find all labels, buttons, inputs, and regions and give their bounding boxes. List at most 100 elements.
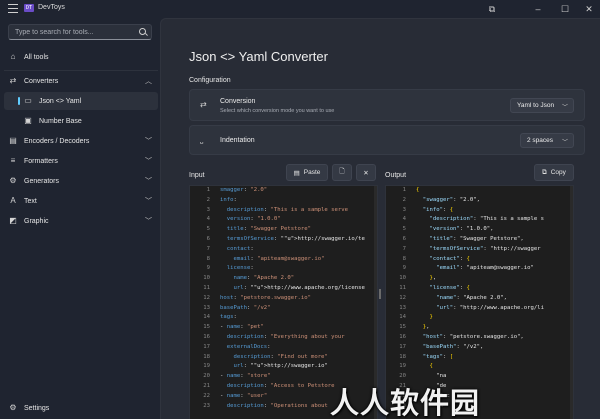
file-icon: 🗋 (339, 168, 345, 175)
line-number: 12 (203, 294, 210, 301)
chevron-down-icon: ﹀ (561, 140, 568, 146)
menu-icon[interactable] (8, 4, 18, 13)
sidebar-group-text[interactable]: A Text ﹀ (4, 192, 158, 210)
line-number: 11 (203, 284, 210, 291)
input-label: Input (189, 172, 205, 179)
scrollbar[interactable] (570, 186, 573, 419)
copy-button[interactable]: ⧉ Copy (534, 164, 574, 181)
watermark: 人人软件园 (330, 386, 481, 419)
conversion-mode-dropdown[interactable]: Yaml to Json ﹀ (510, 98, 574, 113)
line-number: 5 (402, 226, 406, 233)
sidebar-group-converters[interactable]: ⇄ Converters ︿ (4, 72, 158, 90)
line-number: 12 (399, 294, 406, 301)
generators-icon: ⚙ (9, 176, 17, 185)
code-line: "description": "This is a sample s (429, 216, 544, 223)
code-line: "termsOfService": "http://swagger (429, 245, 541, 252)
line-number: 8 (402, 255, 406, 262)
output-code[interactable]: { "swagger": "2.0", "info": { "descripti… (416, 186, 544, 411)
line-number: 16 (203, 333, 210, 340)
minimize-button[interactable]: – (531, 2, 545, 16)
line-number: 19 (203, 363, 210, 370)
input-code[interactable]: smagger: "2.0" info: description: "This i… (220, 186, 365, 411)
sidebar: ⌂ All tools ⇄ Converters ︿ ▭ Json <> Yam… (0, 18, 160, 419)
line-number: 4 (206, 216, 210, 223)
code-line: license: (226, 265, 254, 272)
sidebar-item-label: Encoders / Decoders (24, 137, 90, 145)
chevron-down-icon: ﹀ (145, 138, 152, 145)
code-line: "title": "Swagger Petstore", (429, 235, 524, 242)
line-number: 15 (399, 324, 406, 331)
sidebar-item-settings[interactable]: ⚙ Settings (4, 399, 158, 417)
code-line: url: ""u">http://swagger.io" (233, 363, 328, 370)
code-line: - name: "pet" (220, 324, 264, 331)
line-number: 6 (402, 235, 406, 242)
code-line: smagger: "2.0" (220, 187, 268, 193)
code-line: basePath: "/v2" (220, 304, 271, 311)
line-number: 2 (402, 196, 406, 203)
encoders-icon: ▤ (9, 136, 17, 145)
code-line: description: "Everything about your (226, 333, 345, 340)
configuration-label: Configuration (189, 77, 231, 84)
line-number: 19 (399, 363, 406, 370)
number-base-icon: ▣ (24, 116, 32, 125)
close-button[interactable]: ✕ (582, 2, 596, 16)
chevron-down-icon: ﹀ (145, 198, 152, 205)
code-line: "contact": { (429, 255, 470, 262)
line-number: 10 (399, 275, 406, 282)
formatters-icon: ≡ (10, 156, 16, 165)
conversion-setting-card: ⇄ Conversion Select which conversion mod… (189, 89, 585, 121)
text-icon: A (10, 196, 16, 205)
line-number: 5 (206, 226, 210, 233)
search-input[interactable] (15, 27, 135, 38)
code-line: email: "apiteam@swagger.io" (233, 255, 325, 262)
clear-button[interactable]: ✕ (356, 164, 376, 181)
copy-icon: ⧉ (542, 168, 547, 176)
indentation-dropdown[interactable]: 2 spaces ﹀ (520, 133, 574, 148)
output-label: Output (385, 172, 407, 179)
chevron-down-icon: ﹀ (145, 178, 152, 185)
line-number: 10 (203, 275, 210, 282)
sidebar-group-encoders[interactable]: ▤ Encoders / Decoders ﹀ (4, 132, 158, 150)
line-number: 9 (206, 265, 210, 272)
line-number: 17 (399, 343, 406, 350)
sidebar-item-json-yaml[interactable]: ▭ Json <> Yaml (4, 92, 158, 110)
line-number: 3 (402, 206, 406, 213)
code-line: { (416, 187, 420, 193)
sidebar-group-generators[interactable]: ⚙ Generators ﹀ (4, 172, 158, 190)
maximize-button[interactable]: ☐ (558, 2, 572, 16)
line-number: 20 (203, 373, 210, 380)
json-yaml-icon: ▭ (24, 96, 32, 105)
divider (4, 70, 158, 71)
line-number: 23 (203, 402, 210, 409)
open-file-button[interactable]: 🗋 (332, 164, 352, 181)
line-number: 1 (402, 187, 406, 193)
conversion-title: Conversion (220, 98, 256, 105)
line-number: 11 (399, 284, 406, 291)
code-line: host: "petstore.swagger.io" (220, 294, 311, 301)
line-number: 15 (203, 324, 210, 331)
code-line: externalDocs: (226, 343, 271, 350)
sidebar-group-formatters[interactable]: ≡ Formatters ﹀ (4, 152, 158, 170)
line-numbers: 1 2 3 4 5 6 7 8 9 10 11 12 13 14 15 16 17 18 19 20 21 22 23 (190, 186, 212, 419)
splitter-handle[interactable] (379, 289, 381, 299)
code-line: url: ""u">http://www.apache.org/license (233, 284, 365, 291)
close-icon: ✕ (363, 169, 369, 177)
sidebar-item-label: Formatters (24, 157, 58, 165)
line-number: 6 (206, 235, 210, 242)
sidebar-item-label: Graphic (24, 217, 49, 225)
code-line: description: "Find out more" (233, 353, 328, 360)
sidebar-group-graphic[interactable]: ◩ Graphic ﹀ (4, 212, 158, 230)
search-box[interactable] (8, 24, 152, 40)
search-icon[interactable] (139, 28, 146, 35)
code-line: description: "This is a sample serve (226, 206, 349, 213)
code-line: "host": "petstore.swagger.io", (422, 333, 524, 340)
conversion-icon: ⇄ (200, 100, 207, 109)
sidebar-item-number-base[interactable]: ▣ Number Base (4, 112, 158, 130)
line-number: 9 (402, 265, 406, 272)
indentation-title: Indentation (220, 137, 255, 144)
paste-button[interactable]: ▤ Paste (286, 164, 328, 181)
compact-overlay-icon[interactable]: ⧉ (485, 2, 499, 16)
sidebar-item-all-tools[interactable]: ⌂ All tools (4, 48, 158, 66)
chevron-up-icon: ︿ (145, 78, 152, 85)
line-number: 22 (203, 392, 210, 399)
